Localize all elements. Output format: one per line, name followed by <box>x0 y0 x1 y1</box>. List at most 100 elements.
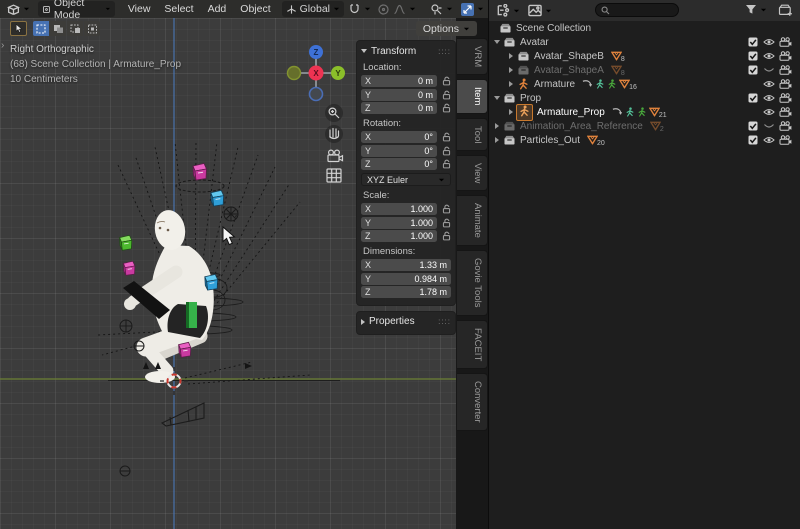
lock-button[interactable] <box>437 90 451 100</box>
expand-arrow-icon[interactable] <box>507 109 515 115</box>
dimensions-z-field[interactable]: Z1.78 m <box>361 286 451 298</box>
render-camera-toggle[interactable] <box>777 63 793 77</box>
outliner-row-armature[interactable]: Armature 16 <box>489 77 800 91</box>
hide-eye-toggle[interactable] <box>761 63 777 77</box>
pan-hand-control[interactable] <box>325 125 343 143</box>
nav-gizmo-z-negative[interactable] <box>310 88 323 101</box>
outliner-row-avatar-shapea[interactable]: Avatar_ShapeA 8 <box>489 63 800 77</box>
select-box-intersect-button[interactable] <box>84 21 100 36</box>
rotation-x-field[interactable]: X0° <box>361 131 437 143</box>
tab-tool[interactable]: Tool <box>457 118 488 151</box>
render-camera-toggle[interactable] <box>777 133 793 147</box>
zoom-control[interactable] <box>325 104 343 122</box>
display-mode-button[interactable] <box>526 3 554 19</box>
render-camera-toggle[interactable] <box>777 49 793 63</box>
dimensions-x-field[interactable]: X1.33 m <box>361 259 451 271</box>
lock-button[interactable] <box>437 204 451 214</box>
location-x-field[interactable]: X0 m <box>361 75 437 87</box>
expand-arrow-icon[interactable] <box>493 123 501 129</box>
rotation-z-field[interactable]: Z0° <box>361 158 437 170</box>
exclude-checkbox[interactable] <box>745 35 761 49</box>
rotation-y-field[interactable]: Y0° <box>361 145 437 157</box>
render-camera-toggle[interactable] <box>777 91 793 105</box>
outliner-row-prop[interactable]: Prop <box>489 91 800 105</box>
grid-toggle-control[interactable] <box>327 169 341 182</box>
tweak-tool-button[interactable] <box>10 21 27 36</box>
lock-button[interactable] <box>437 159 451 169</box>
filter-button[interactable] <box>745 4 767 15</box>
nav-gizmo[interactable]: Z Y X <box>288 45 346 101</box>
snap-settings-button[interactable] <box>344 1 375 17</box>
scale-z-field[interactable]: Z1.000 <box>361 230 437 242</box>
render-camera-toggle[interactable] <box>777 77 793 91</box>
expand-arrow-icon[interactable] <box>507 81 515 87</box>
blue-cube[interactable] <box>205 274 218 290</box>
render-camera-toggle[interactable] <box>777 35 793 49</box>
lock-button[interactable] <box>437 231 451 241</box>
select-box-extend-button[interactable] <box>50 21 66 36</box>
proportional-editing-button[interactable] <box>375 1 418 17</box>
render-camera-toggle[interactable] <box>777 119 793 133</box>
mode-dropdown[interactable]: Object Mode <box>38 1 115 17</box>
properties-panel-header[interactable]: Properties :::: <box>361 315 451 329</box>
exclude-checkbox[interactable] <box>745 49 761 63</box>
outliner-row-particles-out[interactable]: Particles_Out 20 <box>489 133 800 147</box>
lock-button[interactable] <box>437 103 451 113</box>
pink-cube[interactable] <box>193 164 207 181</box>
tab-view[interactable]: View <box>457 155 488 191</box>
camera-view-control[interactable] <box>328 150 343 161</box>
green-cube[interactable] <box>120 235 132 250</box>
menu-view[interactable]: View <box>121 3 158 15</box>
tab-vrm[interactable]: VRM <box>457 38 488 75</box>
outliner-row-avatar[interactable]: Avatar <box>489 35 800 49</box>
pink-cube[interactable] <box>179 342 191 357</box>
toolbar-collapse-arrow[interactable]: › <box>1 40 4 51</box>
panel-drag-handle[interactable]: :::: <box>438 47 451 56</box>
outliner-row-scene-collection[interactable]: Scene Collection <box>489 21 800 35</box>
lock-button[interactable] <box>437 76 451 86</box>
lock-button[interactable] <box>437 132 451 142</box>
collapse-arrow-icon[interactable] <box>493 40 501 44</box>
panel-drag-handle[interactable]: :::: <box>438 317 451 326</box>
ramp-wireframe[interactable] <box>162 403 204 426</box>
location-y-field[interactable]: Y0 m <box>361 89 437 101</box>
gizmos-toggle[interactable] <box>457 1 488 17</box>
exclude-checkbox[interactable] <box>745 91 761 105</box>
lock-button[interactable] <box>437 218 451 228</box>
expand-arrow-icon[interactable] <box>507 67 515 73</box>
lock-button[interactable] <box>437 146 451 156</box>
scale-x-field[interactable]: X1.000 <box>361 203 437 215</box>
overlays-button[interactable] <box>426 1 457 17</box>
pink-cube[interactable] <box>123 261 134 275</box>
render-camera-toggle[interactable] <box>777 105 793 119</box>
tab-item[interactable]: Item <box>457 79 488 113</box>
exclude-checkbox[interactable] <box>745 133 761 147</box>
outliner-editor-type-button[interactable] <box>494 3 522 19</box>
rotation-mode-dropdown[interactable]: XYZ Euler <box>361 173 451 186</box>
tab-govie-tools[interactable]: Govie Tools <box>457 250 488 315</box>
hide-eye-toggle[interactable] <box>761 119 777 133</box>
hide-eye-toggle[interactable] <box>761 133 777 147</box>
outliner-row-avatar-shapeb[interactable]: Avatar_ShapeB 8 <box>489 49 800 63</box>
new-collection-button[interactable] <box>778 3 793 22</box>
menu-select[interactable]: Select <box>157 3 200 15</box>
orientation-dropdown[interactable]: Global <box>282 1 344 17</box>
hide-eye-toggle[interactable] <box>761 77 777 91</box>
hide-eye-toggle[interactable] <box>761 91 777 105</box>
location-z-field[interactable]: Z0 m <box>361 102 437 114</box>
expand-arrow-icon[interactable] <box>507 53 515 59</box>
tab-faceit[interactable]: FACEIT <box>457 320 488 369</box>
character-mannequin[interactable] <box>123 208 214 383</box>
outliner-row-animation-area-reference[interactable]: Animation_Area_Reference 2 <box>489 119 800 133</box>
transform-panel-header[interactable]: Transform :::: <box>361 44 451 58</box>
hide-eye-toggle[interactable] <box>761 35 777 49</box>
exclude-checkbox[interactable] <box>745 63 761 77</box>
select-box-subtract-button[interactable] <box>67 21 83 36</box>
nav-gizmo-y-negative[interactable] <box>288 67 301 80</box>
menu-add[interactable]: Add <box>201 3 234 15</box>
menu-object[interactable]: Object <box>233 3 277 15</box>
tab-converter[interactable]: Converter <box>457 373 488 431</box>
collapse-arrow-icon[interactable] <box>493 96 501 100</box>
outliner-row-armature-prop[interactable]: Armature_Prop 21 <box>489 105 800 119</box>
options-button[interactable]: Options <box>416 21 477 36</box>
